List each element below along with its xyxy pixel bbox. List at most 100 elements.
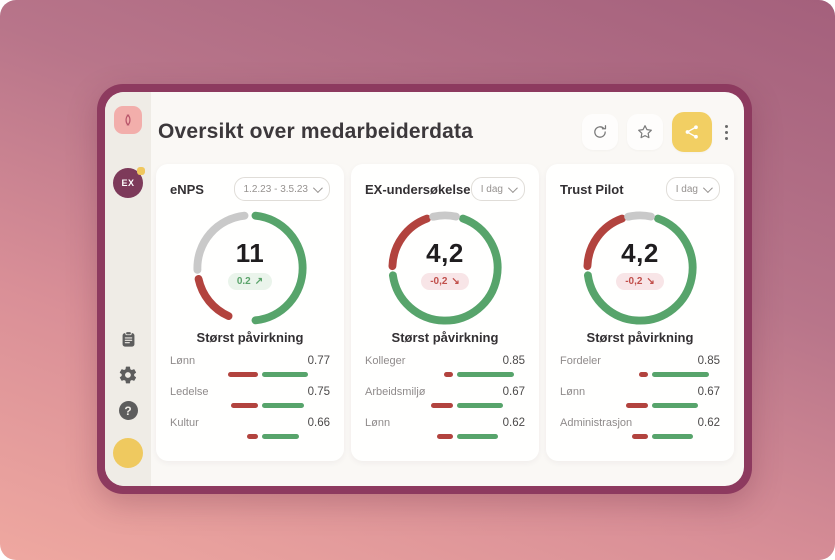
list-item: Fordeler 0.85 <box>560 355 720 377</box>
refresh-button[interactable] <box>582 114 618 150</box>
row-value: 0.67 <box>698 386 720 398</box>
gauge-ex-survey: 4,2 -0,2↘ <box>386 209 504 318</box>
page-background: EX ? <box>0 0 835 560</box>
date-range-dropdown[interactable]: I dag <box>666 177 720 201</box>
favorite-button[interactable] <box>627 114 663 150</box>
star-icon <box>636 123 654 141</box>
page-title: Oversikt over medarbeiderdata <box>158 120 582 144</box>
change-badge: -0,2↘ <box>421 273 469 290</box>
notification-dot <box>137 167 145 175</box>
impact-bars <box>365 372 525 377</box>
negative-bar <box>437 434 453 439</box>
impact-bars <box>560 434 720 439</box>
main-area: Oversikt over medarbeiderdata <box>151 92 744 486</box>
negative-bar <box>247 434 258 439</box>
list-item: Lønn 0.62 <box>365 417 525 439</box>
page-header: Oversikt over medarbeiderdata <box>158 112 732 152</box>
row-value: 0.85 <box>698 355 720 367</box>
impact-bars <box>560 372 720 377</box>
tablet-frame: EX ? <box>97 84 752 494</box>
toolbar <box>582 112 732 152</box>
change-badge: -0,2↘ <box>616 273 664 290</box>
date-range-dropdown[interactable]: 1.2.23 - 3.5.23 <box>234 177 331 201</box>
sidebar: EX ? <box>105 92 151 486</box>
gauge-value: 11 <box>236 238 265 269</box>
row-value: 0.75 <box>308 386 330 398</box>
share-button[interactable] <box>672 112 712 152</box>
positive-bar <box>652 434 693 439</box>
impact-bars <box>170 372 330 377</box>
impact-title: Størst påvirkning <box>365 330 525 345</box>
list-item: Lønn0.77 <box>170 355 330 377</box>
card-title: EX-undersøkelse <box>365 182 471 197</box>
logo-icon <box>121 113 135 127</box>
trend-down-icon: ↘ <box>646 276 654 287</box>
trend-up-icon: ↗ <box>255 276 263 287</box>
row-value: 0.85 <box>503 355 525 367</box>
yellow-status-circle[interactable] <box>113 438 143 468</box>
settings-gear-icon[interactable] <box>118 365 138 385</box>
positive-bar <box>652 372 709 377</box>
row-label: Kultur <box>170 417 199 429</box>
date-range-dropdown[interactable]: I dag <box>471 177 525 201</box>
gauge-value: 4,2 <box>426 238 464 269</box>
impact-bars <box>560 403 720 408</box>
negative-bar <box>626 403 648 408</box>
row-label: Arbeidsmiljø <box>365 386 426 398</box>
positive-bar <box>457 434 498 439</box>
gauge-trust-pilot: 4,2 -0,2↘ <box>581 209 699 318</box>
impact-list: Fordeler 0.85 Lønn 0.67 Administrasjon0.62 <box>560 355 720 448</box>
card-enps: eNPS 1.2.23 - 3.5.23 11 0.2↗ <box>156 164 344 461</box>
negative-bar <box>444 372 453 377</box>
card-ex-survey: EX-undersøkelse I dag 4,2 -0,2 <box>351 164 539 461</box>
help-icon[interactable]: ? <box>119 401 138 420</box>
user-avatar[interactable]: EX <box>113 168 143 198</box>
positive-bar <box>457 372 514 377</box>
dropdown-value: I dag <box>481 184 503 195</box>
sidebar-bottom-group: ? <box>113 330 143 468</box>
chevron-down-icon <box>508 183 518 193</box>
row-label: Ledelse <box>170 386 209 398</box>
row-value: 0.67 <box>503 386 525 398</box>
impact-list: Kolleger 0.85 Arbeidsmiljø 0.67 Lønn 0.62 <box>365 355 525 448</box>
more-options-button[interactable] <box>721 121 732 144</box>
row-label: Fordeler <box>560 355 601 367</box>
clipboard-icon[interactable] <box>119 330 138 349</box>
dropdown-value: I dag <box>676 184 698 195</box>
row-label: Kolleger <box>365 355 405 367</box>
change-badge: 0.2↗ <box>228 273 272 290</box>
row-value: 0.66 <box>308 417 330 429</box>
row-label: Lønn <box>365 417 390 429</box>
row-value: 0.62 <box>698 417 720 429</box>
share-icon <box>683 123 701 141</box>
positive-bar <box>262 434 299 439</box>
gauge-enps: 11 0.2↗ <box>191 209 309 318</box>
impact-bars <box>365 434 525 439</box>
list-item: Administrasjon0.62 <box>560 417 720 439</box>
app-logo[interactable] <box>114 106 142 134</box>
row-value: 0.62 <box>503 417 525 429</box>
card-title: eNPS <box>170 182 204 197</box>
impact-list: Lønn0.77 Ledelse 0.75 Kultur 0.66 <box>170 355 330 448</box>
row-value: 0.77 <box>308 355 330 367</box>
impact-bars <box>365 403 525 408</box>
trend-down-icon: ↘ <box>451 276 459 287</box>
refresh-icon <box>591 123 609 141</box>
row-label: Lønn <box>560 386 585 398</box>
positive-bar <box>262 403 304 408</box>
list-item: Arbeidsmiljø 0.67 <box>365 386 525 408</box>
list-item: Kultur 0.66 <box>170 417 330 439</box>
negative-bar <box>231 403 258 408</box>
positive-bar <box>457 403 503 408</box>
avatar-label: EX <box>121 178 134 188</box>
list-item: Kolleger 0.85 <box>365 355 525 377</box>
negative-bar <box>639 372 648 377</box>
card-trust-pilot: Trust Pilot I dag 4,2 -0,2↘ <box>546 164 734 461</box>
app-screen: EX ? <box>105 92 744 486</box>
gauge-value: 4,2 <box>621 238 659 269</box>
list-item: Ledelse 0.75 <box>170 386 330 408</box>
positive-bar <box>652 403 698 408</box>
list-item: Lønn 0.67 <box>560 386 720 408</box>
chevron-down-icon <box>703 183 713 193</box>
negative-bar <box>228 372 258 377</box>
